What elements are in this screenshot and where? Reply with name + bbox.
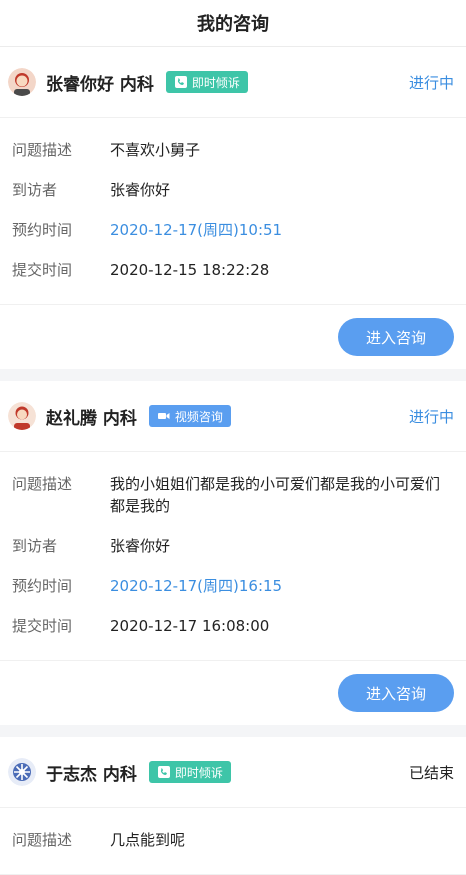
field-value: 几点能到呢 xyxy=(110,831,186,849)
field-value: 2020-12-17 16:08:00 xyxy=(110,617,270,635)
phone-icon xyxy=(157,765,171,779)
page-title: 我的咨询 xyxy=(197,14,269,35)
field-value: 2020-12-17(周四)10:51 xyxy=(110,221,283,239)
status-badge: 已结束 xyxy=(408,763,454,782)
field-label: 到访者 xyxy=(12,181,58,199)
doctor-name: 于志杰 内科 xyxy=(46,764,137,785)
card-details: 问题描述 我的小姐姐们都是我的小可爱们都是我的小可爱们都是我的 到访者 张睿你好… xyxy=(0,452,466,661)
doctor-name: 赵礼腾 内科 xyxy=(46,408,137,429)
doctor-name: 张睿你好 内科 xyxy=(46,74,154,95)
field-submitted: 提交时间 2020-12-17 16:08:00 xyxy=(12,606,454,646)
card-details: 问题描述 不喜欢小舅子 到访者 张睿你好 预约时间 2020-12-17(周四)… xyxy=(0,118,466,305)
consultation-card[interactable]: 张睿你好 内科 即时倾诉 进行中 问题描述 不喜欢小舅子 到访者 张睿你好 预约… xyxy=(0,47,466,369)
consult-type-label: 视频咨询 xyxy=(174,409,223,424)
field-value: 我的小姐姐们都是我的小可爱们都是我的小可爱们都是我的 xyxy=(110,475,441,515)
status-badge: 进行中 xyxy=(408,407,454,426)
card-header: 张睿你好 内科 即时倾诉 进行中 xyxy=(0,47,466,118)
field-label: 问题描述 xyxy=(12,831,73,849)
card-actions: 进入咨询 xyxy=(0,661,466,725)
field-label: 问题描述 xyxy=(12,475,73,493)
doctor-avatar-icon xyxy=(8,68,36,96)
consult-type-label: 即时倾诉 xyxy=(191,75,240,90)
field-label: 提交时间 xyxy=(12,261,73,279)
field-label: 到访者 xyxy=(12,537,58,555)
field-value: 2020-12-17(周四)16:15 xyxy=(110,577,283,595)
consultation-card[interactable]: 于志杰 内科 即时倾诉 已结束 问题描述 几点能到呢 xyxy=(0,737,466,875)
consult-type-label: 即时倾诉 xyxy=(174,765,223,780)
field-label: 问题描述 xyxy=(12,141,73,159)
enter-consultation-button[interactable]: 进入咨询 xyxy=(338,674,454,712)
doctor-avatar-icon xyxy=(8,402,36,430)
field-problem: 问题描述 几点能到呢 xyxy=(12,820,454,860)
card-header: 于志杰 内科 即时倾诉 已结束 xyxy=(0,737,466,808)
field-value: 张睿你好 xyxy=(110,181,171,199)
field-visitor: 到访者 张睿你好 xyxy=(12,170,454,210)
card-header: 赵礼腾 内科 视频咨询 进行中 xyxy=(0,381,466,452)
field-value: 2020-12-15 18:22:28 xyxy=(110,261,270,279)
field-problem: 问题描述 不喜欢小舅子 xyxy=(12,130,454,170)
field-value: 张睿你好 xyxy=(110,537,171,555)
status-badge: 进行中 xyxy=(408,73,454,92)
page-header: 我的咨询 xyxy=(0,0,466,47)
doctor-avatar-icon xyxy=(8,758,36,786)
consult-type-badge: 即时倾诉 xyxy=(148,761,231,783)
consultation-card[interactable]: 赵礼腾 内科 视频咨询 进行中 问题描述 我的小姐姐们都是我的小可爱们都是我的小… xyxy=(0,381,466,725)
field-problem: 问题描述 我的小姐姐们都是我的小可爱们都是我的小可爱们都是我的 xyxy=(12,464,454,526)
field-label: 提交时间 xyxy=(12,617,73,635)
consult-type-badge: 即时倾诉 xyxy=(165,71,248,93)
consult-type-badge: 视频咨询 xyxy=(148,405,231,427)
field-appointment: 预约时间 2020-12-17(周四)10:51 xyxy=(12,210,454,250)
card-actions: 进入咨询 xyxy=(0,305,466,369)
field-appointment: 预约时间 2020-12-17(周四)16:15 xyxy=(12,566,454,606)
field-value: 不喜欢小舅子 xyxy=(110,141,201,159)
phone-icon xyxy=(174,75,188,89)
field-label: 预约时间 xyxy=(12,221,73,239)
field-submitted: 提交时间 2020-12-15 18:22:28 xyxy=(12,250,454,290)
field-label: 预约时间 xyxy=(12,577,73,595)
enter-consultation-button[interactable]: 进入咨询 xyxy=(338,318,454,356)
field-visitor: 到访者 张睿你好 xyxy=(12,526,454,566)
card-details: 问题描述 几点能到呢 xyxy=(0,808,466,875)
video-camera-icon xyxy=(157,409,171,423)
